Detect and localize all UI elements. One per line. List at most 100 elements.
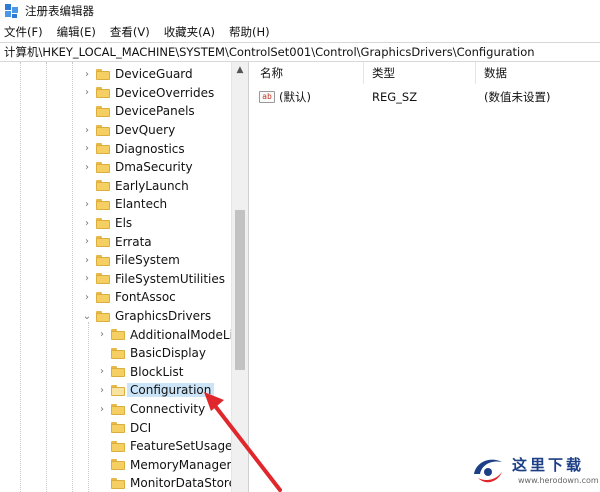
folder-icon — [96, 254, 110, 266]
tree-item[interactable]: › Elantech — [82, 195, 167, 214]
watermark-url: www.herodown.com — [518, 476, 599, 485]
folder-icon — [111, 384, 125, 396]
tree-item[interactable]: DevicePanels — [82, 102, 195, 121]
tree-item-label: Connectivity — [130, 402, 206, 417]
tree-item-label: FileSystemUtilities — [115, 271, 225, 286]
folder-icon — [111, 459, 125, 471]
list-item[interactable]: ab (默认) REG_SZ (数值未设置) — [252, 88, 600, 106]
window-title: 注册表编辑器 — [25, 4, 94, 18]
column-type[interactable]: 类型 — [364, 62, 476, 84]
tree-item-label: FontAssoc — [115, 290, 176, 305]
chevron-right-icon[interactable]: › — [82, 162, 92, 173]
menu-file[interactable]: 文件(F) — [4, 24, 43, 40]
tree-item-label: Diagnostics — [115, 141, 185, 156]
value-type: REG_SZ — [372, 90, 418, 104]
folder-icon — [96, 198, 110, 210]
tree-guide-line — [72, 62, 73, 492]
key-tree[interactable]: › DeviceGuard › DeviceOverrides DevicePanels… — [0, 62, 248, 492]
tree-item-label: DevQuery — [115, 123, 176, 138]
tree-item[interactable]: › DeviceGuard — [82, 65, 193, 84]
tree-item-label: Els — [115, 216, 133, 231]
folder-icon — [111, 403, 125, 415]
tree-item-label: FileSystem — [115, 253, 180, 268]
chevron-right-icon[interactable]: › — [97, 329, 107, 340]
chevron-right-icon[interactable]: › — [82, 292, 92, 303]
value-name: (默认) — [279, 90, 311, 104]
chevron-right-icon[interactable]: › — [82, 218, 92, 229]
folder-icon — [111, 422, 125, 434]
tree-item[interactable]: › Diagnostics — [82, 139, 185, 158]
tree-scrollbar[interactable]: ▲ — [231, 62, 248, 492]
value-name-cell: ab (默认) — [259, 88, 311, 106]
tree-item-label: DeviceGuard — [115, 67, 193, 82]
value-data: (数值未设置) — [484, 90, 551, 104]
tree-item[interactable]: DCI — [97, 418, 151, 437]
address-bar[interactable]: 计算机\HKEY_LOCAL_MACHINE\SYSTEM\ControlSet… — [0, 42, 600, 62]
watermark-text: 这里下载 — [512, 456, 585, 474]
tree-item[interactable]: › FileSystemUtilities — [82, 270, 225, 289]
tree-item-label: Elantech — [115, 197, 168, 212]
tree-item-selected[interactable]: › Configuration — [97, 381, 215, 400]
tree-item[interactable]: › DeviceOverrides — [82, 84, 214, 103]
folder-icon — [111, 440, 125, 452]
tree-item[interactable]: BasicDisplay — [97, 344, 206, 363]
folder-icon — [96, 291, 110, 303]
chevron-right-icon[interactable]: › — [97, 366, 107, 377]
tree-item[interactable]: MonitorDataStore — [97, 474, 236, 492]
folder-icon — [111, 329, 125, 341]
tree-item[interactable]: EarlyLaunch — [82, 177, 189, 196]
chevron-right-icon[interactable]: › — [82, 236, 92, 247]
tree-item[interactable]: › AdditionalModeList — [97, 325, 244, 344]
menu-view[interactable]: 查看(V) — [110, 24, 150, 40]
chevron-right-icon[interactable]: › — [82, 125, 92, 136]
value-list[interactable]: 名称 类型 数据 ab (默认) REG_SZ (数值未设置) — [252, 62, 600, 492]
tree-item[interactable]: ⌄ GraphicsDrivers — [82, 307, 211, 326]
tree-item[interactable]: › FontAssoc — [82, 288, 176, 307]
chevron-right-icon[interactable]: › — [82, 273, 92, 284]
chevron-right-icon[interactable]: › — [82, 199, 92, 210]
scroll-thumb[interactable] — [235, 210, 245, 370]
menu-favorites[interactable]: 收藏夹(A) — [164, 24, 215, 40]
tree-item-label: BlockList — [130, 364, 184, 379]
tree-item[interactable]: › Errata — [82, 232, 152, 251]
chevron-right-icon[interactable]: › — [82, 255, 92, 266]
tree-item-label: Errata — [115, 234, 152, 249]
string-value-icon: ab — [259, 91, 275, 103]
tree-item[interactable]: › FileSystem — [82, 251, 180, 270]
chevron-down-icon[interactable]: ⌄ — [82, 311, 92, 322]
tree-item[interactable]: MemoryManager — [97, 456, 231, 475]
tree-item[interactable]: › DmaSecurity — [82, 158, 193, 177]
menu-edit[interactable]: 编辑(E) — [57, 24, 96, 40]
chevron-right-icon[interactable]: › — [97, 404, 107, 415]
folder-icon — [96, 273, 110, 285]
tree-item-label: BasicDisplay — [130, 346, 207, 361]
watermark-logo: 这里下载 www.herodown.com — [468, 448, 599, 490]
chevron-right-icon[interactable]: › — [82, 69, 92, 80]
tree-item[interactable]: › Connectivity — [97, 400, 205, 419]
folder-icon — [96, 161, 110, 173]
folder-icon — [96, 87, 110, 99]
tree-item[interactable]: FeatureSetUsage — [97, 437, 232, 456]
tree-item-label: DeviceOverrides — [115, 85, 215, 100]
folder-icon — [96, 180, 110, 192]
folder-icon — [96, 310, 110, 322]
chevron-right-icon[interactable]: › — [82, 143, 92, 154]
tree-item[interactable]: › Els — [82, 214, 132, 233]
tree-item-label: AdditionalModeList — [130, 327, 244, 342]
column-name[interactable]: 名称 — [252, 62, 364, 84]
chevron-right-icon[interactable]: › — [82, 87, 92, 98]
tree-item[interactable]: › DevQuery — [82, 121, 175, 140]
column-data[interactable]: 数据 — [476, 62, 600, 84]
title-bar: 注册表编辑器 — [0, 0, 600, 22]
chevron-right-icon[interactable]: › — [97, 385, 107, 396]
menu-help[interactable]: 帮助(H) — [229, 24, 270, 40]
tree-guide-line — [46, 62, 47, 492]
tree-item[interactable]: › BlockList — [97, 363, 183, 382]
scroll-up-arrow-icon[interactable]: ▲ — [232, 62, 248, 78]
tree-guide-line — [20, 62, 21, 492]
address-path[interactable]: 计算机\HKEY_LOCAL_MACHINE\SYSTEM\ControlSet… — [4, 44, 535, 60]
folder-icon — [111, 347, 125, 359]
